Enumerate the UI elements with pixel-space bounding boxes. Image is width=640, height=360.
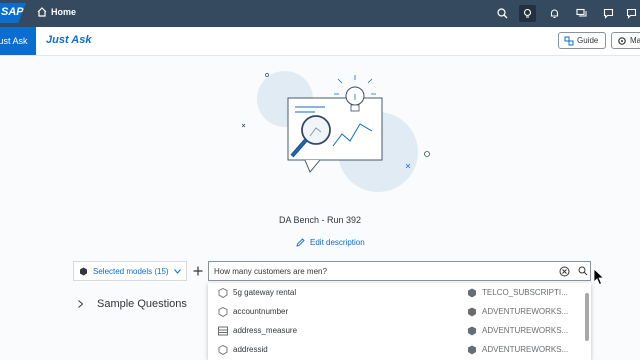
suggestion-table: ADVENTUREWORKS... [482, 307, 569, 316]
suggestion-name: accountnumber [233, 307, 289, 316]
shell-bar: SAP Home [0, 0, 640, 27]
model-icon [468, 326, 476, 336]
search-submit-icon[interactable] [578, 266, 588, 276]
lightbulb-icon[interactable] [519, 5, 536, 22]
chevron-right-icon [78, 300, 83, 308]
bell-icon[interactable] [546, 5, 563, 22]
measure-icon [218, 326, 228, 336]
mouse-cursor-icon [593, 268, 605, 286]
guide-label: Guide [577, 36, 599, 45]
tab-label: Just Ask [0, 36, 28, 46]
guide-button[interactable]: Guide [558, 32, 606, 49]
chat-icon[interactable] [573, 5, 590, 22]
guide-icon [564, 36, 574, 45]
suggestion-name: addressid [233, 345, 268, 354]
manage-label: Ma [630, 36, 640, 45]
suggestion-table: ADVENTUREWORKS... [482, 326, 569, 335]
page-title: Just Ask [46, 34, 92, 46]
question-input-value: How many customers are men? [214, 267, 327, 276]
bench-title: DA Bench - Run 392 [278, 215, 362, 225]
suggestion-row[interactable]: 5g gateway rental TELCO_SUBSCRIPTI... [208, 283, 591, 302]
help-icon[interactable] [623, 5, 640, 22]
question-input[interactable]: How many customers are men? [208, 261, 591, 281]
model-icon [468, 307, 476, 317]
pencil-icon [296, 238, 305, 247]
selected-models-label: Selected models (15) [93, 266, 169, 276]
home-link[interactable]: Home [37, 7, 76, 17]
suggestion-row[interactable]: address_measure ADVENTUREWORKS... [208, 321, 591, 340]
dimension-icon [218, 288, 228, 298]
home-icon [37, 7, 47, 17]
sap-logo[interactable]: SAP [0, 3, 26, 23]
dropdown-scrollbar[interactable] [585, 293, 589, 341]
suggestion-name: address_measure [233, 326, 298, 335]
chevron-down-icon [173, 268, 181, 274]
suggestion-table: TELCO_SUBSCRIPTI... [482, 288, 568, 297]
clear-icon[interactable] [559, 266, 570, 277]
feedback-icon[interactable] [600, 5, 617, 22]
add-button[interactable] [188, 261, 207, 281]
sample-questions-toggle[interactable]: Sample Questions [78, 298, 187, 310]
cube-icon [80, 267, 87, 275]
dimension-icon [218, 307, 228, 317]
suggestion-table: ADVENTUREWORKS... [482, 345, 569, 354]
edit-description-link[interactable]: Edit description [296, 238, 365, 247]
search-icon[interactable] [494, 5, 511, 22]
tab-just-ask[interactable]: Just Ask [0, 27, 36, 55]
selected-models-select[interactable]: Selected models (15) [73, 261, 187, 281]
logo-text: SAP [1, 6, 24, 18]
gear-icon [618, 36, 626, 45]
suggestion-row[interactable]: addressid ADVENTUREWORKS... [208, 340, 591, 359]
suggestion-name: 5g gateway rental [233, 288, 297, 297]
model-icon [468, 345, 476, 355]
plus-icon [193, 266, 202, 276]
suggestions-dropdown: 5g gateway rental TELCO_SUBSCRIPTI... ac… [208, 283, 591, 360]
manage-button[interactable]: Ma [611, 32, 640, 49]
model-icon [468, 288, 476, 298]
analytics-illustration [241, 71, 430, 192]
app-header: Just Ask Just Ask Guide Ma [0, 27, 640, 56]
sample-questions-label: Sample Questions [97, 298, 187, 310]
dimension-icon [218, 345, 228, 355]
edit-description-label: Edit description [310, 238, 365, 247]
suggestion-row[interactable]: accountnumber ADVENTUREWORKS... [208, 302, 591, 321]
home-label: Home [51, 7, 77, 17]
